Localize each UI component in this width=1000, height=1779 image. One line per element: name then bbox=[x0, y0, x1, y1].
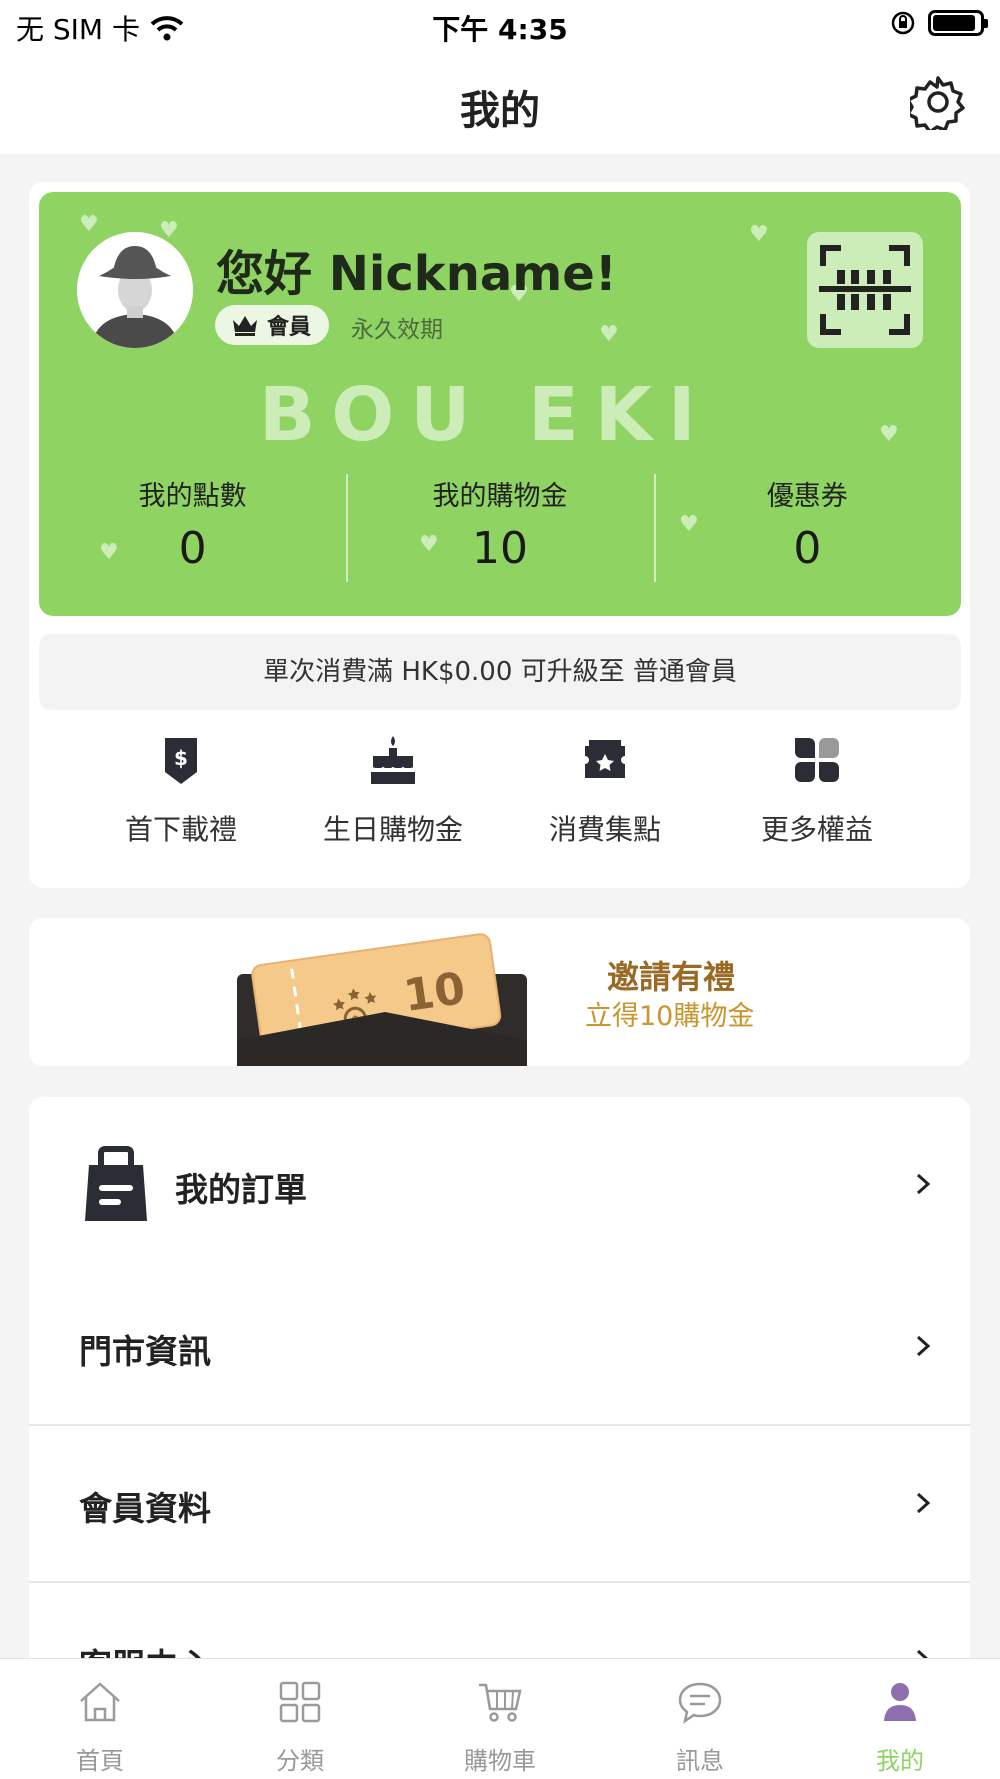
member-section: ♥ ♥ ♥ ♥ ♥ ♥ ♥ ♥ ♥ 您好 Nickname! 會員 永久效期 B… bbox=[29, 182, 970, 888]
person-icon bbox=[884, 1683, 916, 1721]
heart-decoration: ♥ bbox=[599, 322, 619, 347]
heart-decoration: ♥ bbox=[749, 222, 769, 247]
clover-icon bbox=[795, 738, 839, 782]
perk-birthday[interactable]: 生日購物金 bbox=[287, 732, 499, 872]
star-ticket-icon bbox=[585, 740, 625, 778]
brand-watermark: BOU EKI bbox=[259, 372, 712, 458]
stat-value: 0 bbox=[178, 523, 207, 574]
heart-decoration: ♥ bbox=[879, 422, 899, 447]
chat-icon bbox=[678, 1682, 722, 1724]
row-label: 會員資料 bbox=[79, 1489, 211, 1528]
stat-coupons[interactable]: 優惠券 0 bbox=[653, 474, 961, 584]
perk-label: 首下載禮 bbox=[124, 813, 237, 846]
member-code-button[interactable] bbox=[807, 232, 923, 348]
gear-icon[interactable] bbox=[910, 74, 966, 130]
row-label: 我的訂單 bbox=[175, 1170, 307, 1209]
dollar-tag-icon: $ bbox=[165, 738, 197, 784]
tab-label: 首頁 bbox=[76, 1747, 124, 1775]
ticket-value: 10 bbox=[401, 963, 469, 1022]
home-icon bbox=[80, 1682, 120, 1722]
heart-decoration: ♥ bbox=[79, 212, 99, 237]
tab-category[interactable]: 分類 bbox=[200, 1659, 400, 1779]
tab-bar: 首頁 分類 購物車 訊息 我的 bbox=[0, 1658, 1000, 1779]
tier-label: 會員 bbox=[267, 315, 312, 340]
crown-icon bbox=[233, 316, 257, 336]
perk-label: 更多權益 bbox=[760, 813, 873, 846]
tab-label: 分類 bbox=[276, 1747, 324, 1775]
cart-icon bbox=[479, 1683, 522, 1722]
invite-banner[interactable]: 10 $ 邀請有禮 立得10購物金 bbox=[29, 918, 970, 1066]
tab-home[interactable]: 首頁 bbox=[0, 1659, 200, 1779]
stat-label: 優惠券 bbox=[766, 481, 848, 512]
perk-label: 消費集點 bbox=[548, 813, 661, 846]
tab-label: 我的 bbox=[876, 1747, 924, 1775]
perk-label: 生日購物金 bbox=[322, 813, 463, 846]
stat-points[interactable]: 我的點數 0 bbox=[39, 474, 346, 584]
my-orders-row[interactable]: 我的訂單 bbox=[29, 1097, 970, 1269]
perk-collect-points[interactable]: 消費集點 bbox=[499, 732, 711, 872]
stat-value: 0 bbox=[793, 523, 822, 574]
rotation-lock-icon bbox=[891, 11, 915, 35]
avatar-icon bbox=[77, 232, 193, 348]
perk-more-benefits[interactable]: 更多權益 bbox=[711, 732, 923, 872]
tab-messages[interactable]: 訊息 bbox=[600, 1659, 800, 1779]
member-stats: 我的點數 0 我的購物金 10 優惠券 0 bbox=[39, 474, 961, 584]
tab-cart[interactable]: 購物車 bbox=[400, 1659, 600, 1779]
stat-label: 我的點數 bbox=[138, 481, 247, 512]
status-bar: 无 SIM 卡 下午 4:35 bbox=[0, 0, 1000, 52]
grid-icon bbox=[279, 1681, 321, 1723]
invite-title: 邀請有禮 bbox=[607, 958, 736, 996]
chevron-right-icon bbox=[916, 1335, 931, 1357]
page-title: 我的 bbox=[460, 88, 540, 134]
tab-mine[interactable]: 我的 bbox=[800, 1659, 1000, 1779]
upgrade-notice: 單次消費滿 HK$0.00 可升級至 普通會員 bbox=[39, 634, 961, 710]
stat-label: 我的購物金 bbox=[432, 481, 568, 512]
wallet-ticket-illustration: 10 $ bbox=[237, 933, 527, 1066]
menu-row-store-info[interactable]: 門市資訊 bbox=[29, 1269, 970, 1426]
row-label: 門市資訊 bbox=[79, 1332, 211, 1371]
stat-shopping-credit[interactable]: 我的購物金 10 bbox=[346, 474, 653, 584]
perk-first-download[interactable]: $ 首下載禮 bbox=[75, 732, 287, 872]
chevron-right-icon bbox=[916, 1492, 931, 1514]
shopping-bag-icon bbox=[85, 1146, 147, 1221]
avatar[interactable] bbox=[77, 232, 193, 348]
svg-text:$: $ bbox=[174, 746, 188, 770]
member-card[interactable]: ♥ ♥ ♥ ♥ ♥ ♥ ♥ ♥ ♥ 您好 Nickname! 會員 永久效期 B… bbox=[39, 192, 961, 616]
cake-icon bbox=[371, 736, 415, 784]
menu-row-member-profile[interactable]: 會員資料 bbox=[29, 1426, 970, 1583]
tier-badge: 會員 bbox=[215, 305, 330, 345]
battery-icon bbox=[928, 10, 988, 36]
chevron-right-icon bbox=[916, 1173, 931, 1195]
status-icons bbox=[890, 10, 988, 36]
tab-label: 購物車 bbox=[464, 1747, 536, 1775]
tab-label: 訊息 bbox=[676, 1747, 724, 1775]
invite-subtitle: 立得10購物金 bbox=[585, 1001, 755, 1032]
greeting: 您好 Nickname! bbox=[216, 246, 617, 302]
nav-bar: 我的 bbox=[0, 52, 1000, 154]
clock: 下午 4:35 bbox=[432, 13, 568, 46]
stat-value: 10 bbox=[471, 523, 528, 574]
perks-row: $ 首下載禮 生日購物金 消費集點 更多權益 bbox=[29, 732, 970, 872]
barcode-icon bbox=[819, 245, 911, 335]
validity: 永久效期 bbox=[351, 317, 443, 343]
